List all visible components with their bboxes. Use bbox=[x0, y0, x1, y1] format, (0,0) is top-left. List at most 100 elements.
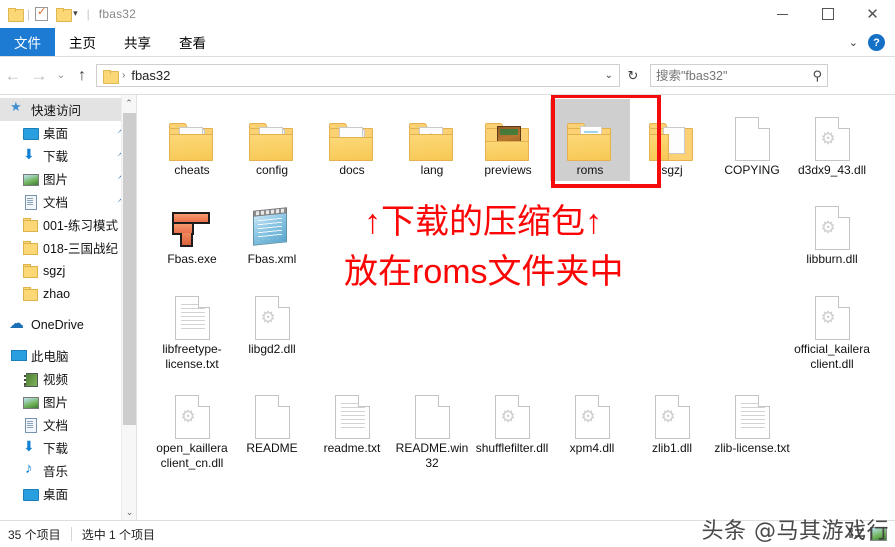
music-icon bbox=[22, 460, 38, 478]
tile-body[interactable]: ⚙ libgd2.dll bbox=[232, 278, 312, 360]
help-icon[interactable]: ? bbox=[868, 34, 885, 51]
file-tile[interactable]: ⚙ shufflefilter.dll bbox=[472, 377, 552, 459]
tab-share[interactable]: 共享 bbox=[110, 28, 165, 56]
tile-body[interactable]: ⚙ xpm4.dll bbox=[552, 377, 632, 459]
tile-body[interactable]: cheats bbox=[152, 99, 232, 181]
tile-body[interactable]: ⚙ lang bbox=[392, 99, 472, 181]
minimize-button[interactable] bbox=[760, 0, 805, 28]
search-icon[interactable]: ⚲ bbox=[812, 68, 822, 84]
tab-file[interactable]: 文件 bbox=[0, 28, 55, 56]
tile-body[interactable]: config bbox=[232, 99, 312, 181]
tile-body[interactable]: libfreetype-license.txt bbox=[152, 278, 232, 374]
tile-body[interactable]: readme.txt bbox=[312, 377, 392, 459]
properties-icon[interactable] bbox=[35, 5, 49, 21]
scrollbar-thumb[interactable] bbox=[123, 113, 136, 425]
file-tile[interactable]: COPYING bbox=[712, 99, 792, 181]
tile-body[interactable]: Fbas.xml bbox=[232, 188, 312, 270]
tile-body[interactable]: previews bbox=[468, 99, 548, 181]
sidebar-item-文档[interactable]: 文档 bbox=[0, 413, 136, 436]
breadcrumb-current[interactable]: fbas32 bbox=[131, 68, 170, 83]
scroll-up-icon[interactable]: ⌃ bbox=[122, 95, 136, 112]
sidebar-item-图片[interactable]: 图片⚑ bbox=[0, 167, 136, 190]
tile-body[interactable]: README.win32 bbox=[392, 377, 472, 473]
tile-body[interactable]: ⚙ shufflefilter.dll bbox=[472, 377, 552, 459]
folder-icon[interactable] bbox=[8, 7, 24, 22]
tile-body[interactable]: ⚙ d3dx9_43.dll bbox=[792, 99, 872, 181]
refresh-icon[interactable]: ↻ bbox=[620, 68, 646, 84]
close-button[interactable]: ✕ bbox=[850, 0, 895, 28]
recent-locations-icon[interactable]: ⌄ bbox=[52, 70, 70, 81]
sidebar-item-音乐[interactable]: 音乐 bbox=[0, 459, 136, 482]
file-tile[interactable]: ⚙ d3dx9_43.dll bbox=[792, 99, 872, 181]
navigation-pane-scrollbar[interactable]: ⌃ ⌄ bbox=[121, 95, 136, 521]
forward-button[interactable]: → bbox=[26, 66, 52, 86]
pictures-icon bbox=[22, 394, 39, 409]
star-icon bbox=[10, 99, 26, 117]
sidebar-item-视频[interactable]: 视频 bbox=[0, 367, 136, 390]
sidebar-group-quick-access[interactable]: 快速访问 bbox=[0, 98, 136, 121]
file-tile[interactable]: README bbox=[232, 377, 312, 459]
sidebar-item-sgzj[interactable]: sgzj bbox=[0, 259, 136, 282]
folder-icon bbox=[22, 263, 38, 278]
tile-body[interactable]: zlib-license.txt bbox=[712, 377, 792, 459]
maximize-button[interactable] bbox=[805, 0, 850, 28]
sidebar-item-zhao[interactable]: zhao bbox=[0, 282, 136, 305]
sidebar-item-001-练习模式[interactable]: 001-练习模式 bbox=[0, 213, 136, 236]
file-tile[interactable]: ⚙ official_kaileraclient.dll bbox=[792, 278, 872, 374]
file-tile[interactable]: ⚙ zlib1.dll bbox=[632, 377, 712, 459]
file-tile[interactable]: ⚙ libburn.dll bbox=[792, 188, 872, 270]
file-tile[interactable]: README.win32 bbox=[392, 377, 472, 473]
file-tile[interactable]: ⚙ xpm4.dll bbox=[552, 377, 632, 459]
breadcrumb-dropdown-icon[interactable]: ⌄ bbox=[605, 70, 615, 81]
tile-body[interactable]: docs bbox=[312, 99, 392, 181]
tile-body[interactable]: ⚙ zlib1.dll bbox=[632, 377, 712, 459]
tile-body[interactable]: ⚙ libburn.dll bbox=[792, 188, 872, 270]
file-list-pane[interactable]: cheats config docs ⚙ lang previews roms sgzj COP… bbox=[137, 95, 895, 521]
sidebar-item-桌面[interactable]: 桌面⚑ bbox=[0, 121, 136, 144]
file-name: lang bbox=[420, 163, 444, 177]
file-icon: ⚙ bbox=[634, 381, 710, 439]
file-tile[interactable]: sgzj bbox=[632, 99, 712, 181]
tab-home[interactable]: 主页 bbox=[55, 28, 110, 56]
sidebar-item-文档[interactable]: 文档⚑ bbox=[0, 190, 136, 213]
new-folder-icon[interactable] bbox=[56, 7, 73, 22]
tile-body[interactable]: COPYING bbox=[712, 99, 792, 181]
file-tile[interactable]: readme.txt bbox=[312, 377, 392, 459]
sidebar-group-this-pc[interactable]: 此电脑 bbox=[0, 344, 136, 367]
sidebar-item-桌面[interactable]: 桌面 bbox=[0, 482, 136, 505]
back-button[interactable]: ← bbox=[0, 66, 26, 86]
file-tile[interactable]: config bbox=[232, 99, 312, 181]
chevron-down-icon[interactable]: ⌄ bbox=[849, 36, 858, 49]
tile-body[interactable]: ⚙ open_kailleraclient_cn.dll bbox=[152, 377, 232, 473]
tile-body[interactable]: README bbox=[232, 377, 312, 459]
sidebar-item-下载[interactable]: 下载 bbox=[0, 436, 136, 459]
sidebar-group-onedrive[interactable]: OneDrive bbox=[0, 313, 136, 336]
file-tile[interactable]: ⚙ open_kailleraclient_cn.dll bbox=[152, 377, 232, 473]
tab-view[interactable]: 查看 bbox=[165, 28, 220, 56]
file-tile[interactable]: ⚙ libgd2.dll bbox=[232, 278, 312, 360]
file-tile[interactable]: Fbas.xml bbox=[232, 188, 312, 270]
sidebar-item-图片[interactable]: 图片 bbox=[0, 390, 136, 413]
scroll-down-icon[interactable]: ⌄ bbox=[122, 504, 136, 521]
file-tile[interactable]: libfreetype-license.txt bbox=[152, 278, 232, 374]
breadcrumb[interactable]: › fbas32 ⌄ bbox=[96, 64, 620, 87]
file-tile[interactable]: Fbas.exe bbox=[152, 188, 232, 270]
tile-body[interactable]: sgzj bbox=[632, 99, 712, 181]
file-tile[interactable]: zlib-license.txt bbox=[712, 377, 792, 459]
file-icon bbox=[234, 103, 310, 161]
tile-body[interactable]: ⚙ official_kaileraclient.dll bbox=[792, 278, 872, 374]
file-tile[interactable]: roms bbox=[550, 99, 630, 181]
search-input[interactable] bbox=[656, 68, 804, 83]
file-tile[interactable]: previews bbox=[468, 99, 548, 181]
search-box[interactable]: ⚲ bbox=[650, 64, 828, 87]
tile-body[interactable]: roms bbox=[550, 99, 630, 181]
up-button[interactable]: ↑ bbox=[70, 67, 94, 85]
file-name: Fbas.xml bbox=[247, 252, 297, 266]
sidebar-item-下载[interactable]: 下载⚑ bbox=[0, 144, 136, 167]
sidebar-item-018-三国战纪[interactable]: 018-三国战纪 bbox=[0, 236, 136, 259]
file-tile[interactable]: docs bbox=[312, 99, 392, 181]
file-tile[interactable]: ⚙ lang bbox=[392, 99, 472, 181]
tile-body[interactable]: Fbas.exe bbox=[152, 188, 232, 270]
file-tile[interactable]: cheats bbox=[152, 99, 232, 181]
sidebar-item-label: sgzj bbox=[43, 263, 66, 278]
